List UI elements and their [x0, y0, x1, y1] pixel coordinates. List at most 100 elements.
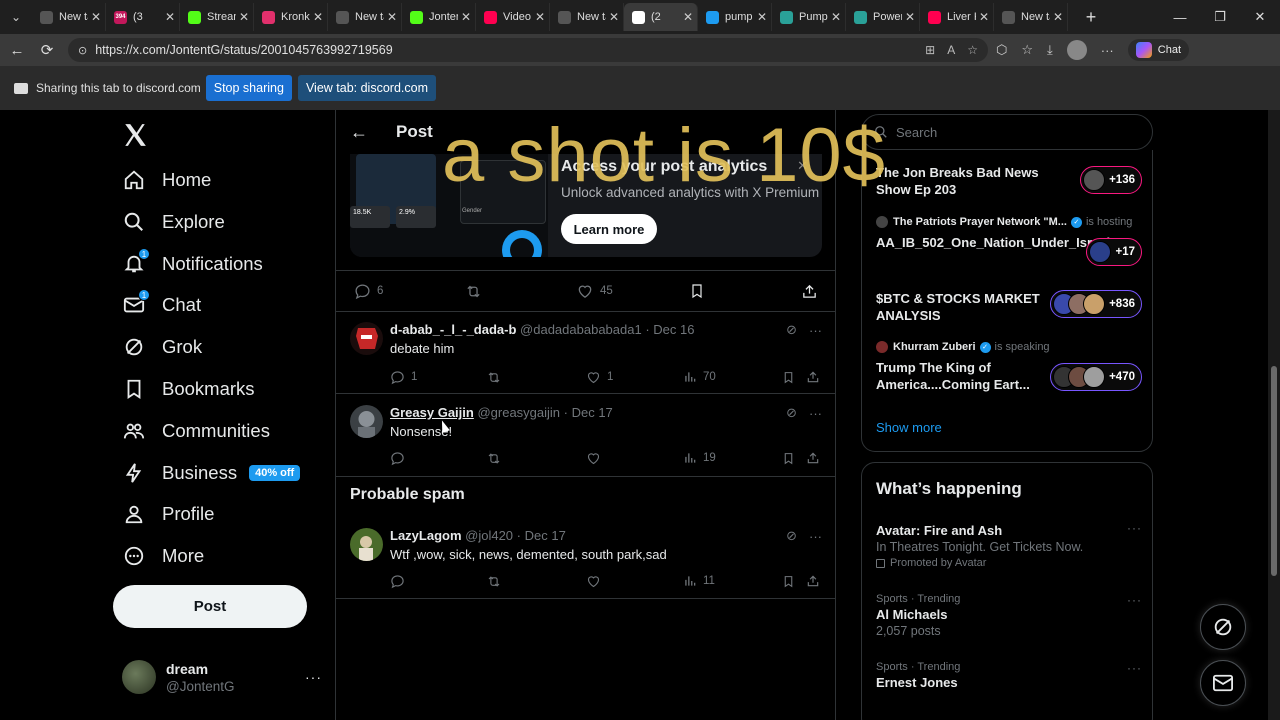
trend-more-icon[interactable]: ··· — [1127, 661, 1142, 675]
bookmark-button[interactable] — [782, 574, 801, 589]
space-item[interactable]: The Jon Breaks Bad News Show Ep 203 +136 — [876, 164, 1142, 198]
reply-item[interactable]: LazyLagom @jol420 · Dec 17 ⊘ ··· Wtf ,wo… — [336, 528, 836, 598]
trend-item[interactable]: Sports · Trending Al Michaels 2,057 post… — [876, 593, 1142, 638]
browser-tab[interactable]: New tab✕ — [550, 3, 624, 31]
messages-fab-button[interactable] — [1200, 660, 1246, 706]
reply-item[interactable]: Greasy Gaijin @greasygaijin · Dec 17 ⊘ ·… — [336, 405, 836, 475]
space-listeners[interactable]: +17 — [1086, 238, 1142, 266]
reply-button[interactable] — [390, 451, 411, 466]
like-button[interactable]: 45 — [576, 283, 613, 300]
x-logo-icon[interactable] — [122, 122, 148, 148]
repost-button[interactable] — [464, 283, 489, 300]
like-button[interactable] — [586, 451, 607, 466]
search-input[interactable]: Search — [861, 114, 1153, 150]
browser-tab[interactable]: Kronke✕ — [254, 3, 328, 31]
bookmark-button[interactable] — [689, 282, 711, 300]
browser-tab[interactable]: (2 ✕ — [624, 3, 698, 31]
nav-item-home[interactable]: Home — [122, 163, 211, 197]
address-field[interactable]: ⊙ https://x.com/JontentG/status/20010457… — [68, 38, 988, 62]
trend-more-icon[interactable]: ··· — [1127, 521, 1142, 535]
tab-close-icon[interactable]: ✕ — [165, 10, 175, 24]
nav-item-more[interactable]: More — [122, 539, 204, 573]
site-info-icon[interactable]: ⊙ — [78, 44, 87, 57]
page-scrollbar[interactable] — [1268, 110, 1280, 720]
space-item[interactable]: The Patriots Prayer Network "M... ✓ is h… — [876, 216, 1142, 266]
tab-close-icon[interactable]: ✕ — [239, 10, 249, 24]
tab-close-icon[interactable]: ✕ — [461, 10, 471, 24]
read-aloud-icon[interactable]: A — [947, 43, 955, 57]
reply-date[interactable]: · Dec 17 — [517, 528, 566, 543]
share-button[interactable] — [806, 574, 826, 588]
browser-tab[interactable]: New tab✕ — [32, 3, 106, 31]
reply-author-name[interactable]: d-abab_-_l_-_dada-b — [390, 322, 516, 337]
nav-item-explore[interactable]: Explore — [122, 205, 225, 239]
space-item[interactable]: Khurram Zuberi ✓ is speaking Trump The K… — [876, 341, 1142, 393]
browser-tab[interactable]: Liver K✕ — [920, 3, 994, 31]
tab-close-icon[interactable]: ✕ — [387, 10, 397, 24]
minimize-icon[interactable]: — — [1160, 0, 1200, 34]
nav-item-grok[interactable]: Grok — [122, 330, 202, 364]
browser-tab[interactable]: Power ✕ — [846, 3, 920, 31]
nav-item-chat[interactable]: 1 Chat — [122, 288, 201, 322]
reply-author-handle[interactable]: @greasygaijin — [477, 405, 560, 420]
browser-tab[interactable]: New tab✕ — [994, 3, 1068, 31]
apps-icon[interactable]: ⊞ — [925, 43, 935, 57]
space-listeners[interactable]: +836 — [1050, 290, 1142, 318]
reply-more-icon[interactable]: ··· — [809, 406, 822, 421]
grok-icon[interactable]: ⊘ — [786, 528, 797, 544]
nav-item-business[interactable]: Business 40% off — [122, 456, 301, 490]
share-button[interactable] — [801, 283, 824, 300]
tab-close-icon[interactable]: ✕ — [757, 10, 767, 24]
repost-button[interactable] — [486, 370, 508, 385]
stop-sharing-button[interactable]: Stop sharing — [205, 75, 292, 101]
reply-more-icon[interactable]: ··· — [809, 529, 822, 544]
grok-icon[interactable]: ⊘ — [786, 322, 797, 338]
space-item[interactable]: $BTC & STOCKS MARKET ANALYSIS +836 — [876, 290, 1142, 324]
share-button[interactable] — [806, 451, 826, 465]
reply-button[interactable]: 1 — [390, 370, 417, 385]
trend-item[interactable]: Avatar: Fire and Ash In Theatres Tonight… — [876, 521, 1142, 569]
show-more-link[interactable]: Show more — [876, 420, 942, 435]
back-icon[interactable]: ← — [2, 35, 32, 65]
learn-more-button[interactable]: Learn more — [561, 214, 657, 244]
scrollbar-thumb[interactable] — [1271, 366, 1277, 576]
restore-icon[interactable]: ❐ — [1200, 0, 1240, 34]
like-button[interactable] — [586, 574, 607, 589]
tab-close-icon[interactable]: ✕ — [535, 10, 545, 24]
tab-close-icon[interactable]: ✕ — [979, 10, 989, 24]
reply-author-name[interactable]: Greasy Gaijin — [390, 405, 474, 420]
dismiss-icon[interactable]: ✕ — [797, 158, 808, 174]
share-button[interactable] — [806, 370, 826, 384]
browser-tab[interactable]: Video ✕ — [476, 3, 550, 31]
space-listeners[interactable]: +470 — [1050, 363, 1142, 391]
tab-close-icon[interactable]: ✕ — [91, 10, 101, 24]
downloads-icon[interactable]: ⤓ — [1047, 42, 1053, 58]
reply-avatar[interactable] — [350, 322, 383, 355]
profile-avatar[interactable] — [1066, 40, 1087, 60]
bookmark-button[interactable] — [782, 370, 801, 385]
close-window-icon[interactable]: ✕ — [1240, 0, 1280, 34]
extensions-icon[interactable]: ⬡ — [996, 42, 1007, 58]
reply-button[interactable] — [390, 574, 411, 589]
tab-close-icon[interactable]: ✕ — [683, 10, 693, 24]
tab-close-icon[interactable]: ✕ — [609, 10, 619, 24]
reply-item[interactable]: d-abab_-_l_-_dada-b @dadadabababada1 · D… — [336, 322, 836, 394]
favorite-star-icon[interactable]: ☆ — [967, 43, 978, 57]
browser-tab[interactable]: New tab✕ — [328, 3, 402, 31]
bookmark-button[interactable] — [782, 451, 801, 466]
tab-close-icon[interactable]: ✕ — [313, 10, 323, 24]
reply-date[interactable]: · Dec 17 — [564, 405, 613, 420]
reply-author-handle[interactable]: @dadadabababada1 — [520, 322, 642, 337]
reply-author-handle[interactable]: @jol420 — [465, 528, 513, 543]
reply-avatar[interactable] — [350, 405, 383, 438]
like-button[interactable]: 1 — [586, 370, 613, 385]
browser-tab[interactable]: pump ✕ — [698, 3, 772, 31]
copilot-chat-button[interactable]: Chat — [1127, 39, 1190, 61]
repost-button[interactable] — [486, 451, 508, 466]
trend-item[interactable]: Sports · Trending Ernest Jones ··· — [876, 661, 1142, 690]
reply-avatar[interactable] — [350, 528, 383, 561]
reply-more-icon[interactable]: ··· — [809, 323, 822, 338]
nav-item-communities[interactable]: Communities — [122, 414, 270, 448]
space-listeners[interactable]: +136 — [1080, 166, 1142, 194]
new-tab-button[interactable]: + — [1076, 3, 1106, 31]
